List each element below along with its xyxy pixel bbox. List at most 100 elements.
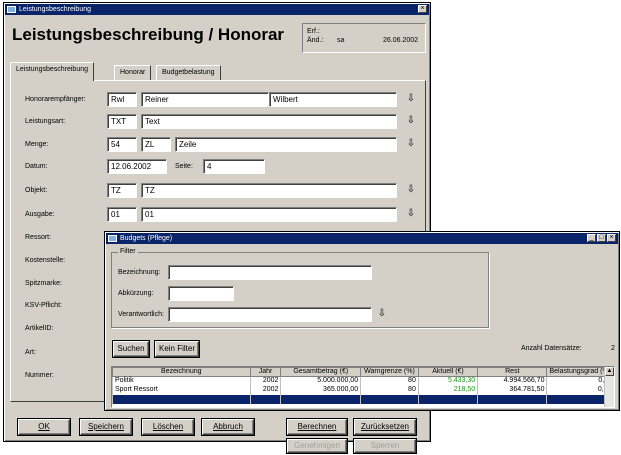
meta-box: Erf.: Änd.: sa 26.06.2002 bbox=[302, 23, 426, 53]
ok-button[interactable]: OK bbox=[18, 419, 70, 435]
cell-empty bbox=[417, 394, 478, 404]
seite-label: Seite: bbox=[175, 163, 193, 170]
cell-jahr: 2002 bbox=[249, 385, 281, 395]
column-header-gesamtbetrag[interactable]: Gesamtbetrag (€) bbox=[280, 367, 362, 377]
cell-empty bbox=[280, 394, 361, 404]
cell-bezeichnung: Sport Ressort bbox=[112, 385, 251, 395]
objekt-lookup-icon[interactable]: ⇩ bbox=[405, 184, 417, 197]
leistungsart-lookup-icon[interactable]: ⇩ bbox=[405, 115, 417, 128]
ausgabe-lookup-icon[interactable]: ⇩ bbox=[405, 208, 417, 221]
cell-empty bbox=[249, 394, 281, 404]
genehmigen-button[interactable]: Genehmigen bbox=[287, 439, 347, 453]
cell-empty bbox=[360, 394, 419, 404]
honorarempfaenger-lookup-icon[interactable]: ⇩ bbox=[405, 93, 417, 106]
table-row[interactable]: Sport Ressort 2002 365.000,00 80 218,50 … bbox=[112, 385, 614, 395]
cell-rest: 4.994.566,70 bbox=[477, 376, 547, 386]
bezeichnung-filter-input[interactable] bbox=[168, 265, 372, 280]
honorarempfaenger-code-field[interactable]: Rwl bbox=[107, 92, 137, 107]
cell-empty bbox=[477, 394, 547, 404]
maximize-icon[interactable]: □ bbox=[597, 234, 606, 242]
menge-lookup-icon[interactable]: ⇩ bbox=[405, 138, 417, 151]
aend-date: 26.06.2002 bbox=[383, 37, 419, 44]
tab-budgetbelastung[interactable]: Budgetbelastung bbox=[156, 65, 221, 81]
main-window-title: Leistungsbeschreibung bbox=[19, 6, 91, 13]
column-header-warngrenze[interactable]: Warngrenze (%) bbox=[360, 367, 419, 377]
app-icon bbox=[108, 235, 117, 242]
ausgabe-text-field[interactable]: 01 bbox=[141, 207, 397, 222]
objekt-code-field[interactable]: TZ bbox=[107, 183, 137, 198]
abkuerzung-filter-label: Abkürzung: bbox=[118, 290, 154, 297]
budget-titlebar[interactable]: Budgets (Pflege) _ □ × bbox=[106, 233, 618, 244]
ausgabe-label: Ausgabe: bbox=[25, 211, 55, 218]
column-header-rest[interactable]: Rest bbox=[477, 367, 548, 377]
bezeichnung-filter-label: Bezeichnung: bbox=[118, 269, 161, 276]
artikel-id-label: ArtikelID: bbox=[25, 325, 54, 332]
speichern-button[interactable]: Speichern bbox=[80, 419, 132, 435]
scroll-up-icon[interactable]: ▲ bbox=[605, 367, 614, 376]
close-icon[interactable]: × bbox=[607, 234, 616, 242]
menge-unit-field[interactable]: ZL bbox=[141, 137, 171, 152]
datum-field[interactable]: 12.06.2002 bbox=[107, 159, 167, 174]
close-icon[interactable]: × bbox=[418, 5, 427, 13]
abkuerzung-filter-input[interactable] bbox=[168, 286, 234, 301]
budget-window: Budgets (Pflege) _ □ × Filter Bezeichnun… bbox=[104, 231, 620, 411]
verantwortlich-lookup-icon[interactable]: ⇩ bbox=[376, 308, 388, 321]
page-title: Leistungsbeschreibung / Honorar bbox=[12, 25, 285, 44]
kein-filter-button[interactable]: Kein Filter bbox=[155, 341, 199, 357]
suchen-button[interactable]: Suchen bbox=[113, 341, 149, 357]
app-icon bbox=[7, 6, 16, 13]
spitzmarke-label: Spitzmarke: bbox=[25, 280, 62, 287]
tab-honorar[interactable]: Honorar bbox=[114, 65, 152, 81]
cell-bezeichnung: Politik bbox=[112, 376, 251, 386]
ressort-label: Ressort: bbox=[25, 234, 52, 241]
cell-aktuell: 218,50 bbox=[417, 385, 478, 395]
honorarempfaenger-label: Honorarempfänger: bbox=[25, 96, 86, 103]
main-titlebar[interactable]: Leistungsbeschreibung × bbox=[5, 4, 429, 15]
verantwortlich-filter-input[interactable] bbox=[168, 307, 372, 322]
cell-gesamtbetrag: 5.000.000,00 bbox=[280, 376, 361, 386]
datum-label: Datum: bbox=[25, 163, 48, 170]
table-header-row: Bezeichnung Jahr Gesamtbetrag (€) Warngr… bbox=[112, 367, 614, 377]
leistungsart-text-field[interactable]: Text bbox=[141, 114, 397, 129]
budget-table: Bezeichnung Jahr Gesamtbetrag (€) Warngr… bbox=[111, 366, 615, 408]
objekt-label: Objekt: bbox=[25, 187, 48, 194]
honorarempfaenger-lastname-field[interactable]: Wilbert bbox=[269, 92, 397, 107]
table-scrollbar[interactable]: ▲ bbox=[604, 367, 614, 407]
kostenstelle-label: Kostenstelle: bbox=[25, 257, 66, 264]
cell-aktuell: 5.433,30 bbox=[417, 376, 478, 386]
minimize-icon[interactable]: _ bbox=[587, 234, 596, 242]
cell-warngrenze: 80 bbox=[360, 376, 419, 386]
column-header-bezeichnung[interactable]: Bezeichnung bbox=[112, 367, 251, 377]
menge-unit-text-field[interactable]: Zeile bbox=[175, 137, 397, 152]
aend-label: Änd.: bbox=[307, 37, 324, 44]
sperren-button[interactable]: Sperren bbox=[354, 439, 416, 453]
zuruecksetzen-button[interactable]: Zurücksetzen bbox=[354, 419, 416, 435]
abbruch-button[interactable]: Abbruch bbox=[202, 419, 254, 435]
column-header-jahr[interactable]: Jahr bbox=[249, 367, 282, 377]
objekt-text-field[interactable]: TZ bbox=[141, 183, 397, 198]
menge-qty-field[interactable]: 54 bbox=[107, 137, 137, 152]
menge-label: Menge: bbox=[25, 141, 49, 148]
record-count-label: Anzahl Datensätze: bbox=[521, 345, 582, 352]
seite-field[interactable]: 4 bbox=[203, 159, 265, 174]
cell-rest: 364.781,50 bbox=[477, 385, 547, 395]
table-row[interactable]: Politik 2002 5.000.000,00 80 5.433,30 4.… bbox=[112, 376, 614, 386]
ksv-pflicht-label: KSV-Pflicht: bbox=[25, 302, 62, 309]
cell-jahr: 2002 bbox=[249, 376, 281, 386]
nummer-label: Nummer: bbox=[25, 372, 54, 379]
honorarempfaenger-firstname-field[interactable]: Reiner bbox=[141, 92, 269, 107]
ausgabe-code-field[interactable]: 01 bbox=[107, 207, 137, 222]
tab-leistungsbeschreibung[interactable]: Leistungsbeschreibung bbox=[10, 62, 94, 81]
leistungsart-code-field[interactable]: TXT bbox=[107, 114, 137, 129]
column-header-aktuell[interactable]: Aktuell (€) bbox=[417, 367, 479, 377]
cell-warngrenze: 80 bbox=[360, 385, 419, 395]
aend-user: sa bbox=[337, 37, 345, 44]
verantwortlich-filter-label: Verantwortlich: bbox=[118, 311, 164, 318]
berechnen-button[interactable]: Berechnen bbox=[287, 419, 347, 435]
record-count: 2 bbox=[611, 345, 615, 352]
art-label: Art: bbox=[25, 349, 36, 356]
cell-gesamtbetrag: 365.000,00 bbox=[280, 385, 361, 395]
loeschen-button[interactable]: Löschen bbox=[142, 419, 194, 435]
cell-empty bbox=[112, 394, 251, 404]
table-row-selected[interactable] bbox=[112, 394, 614, 404]
